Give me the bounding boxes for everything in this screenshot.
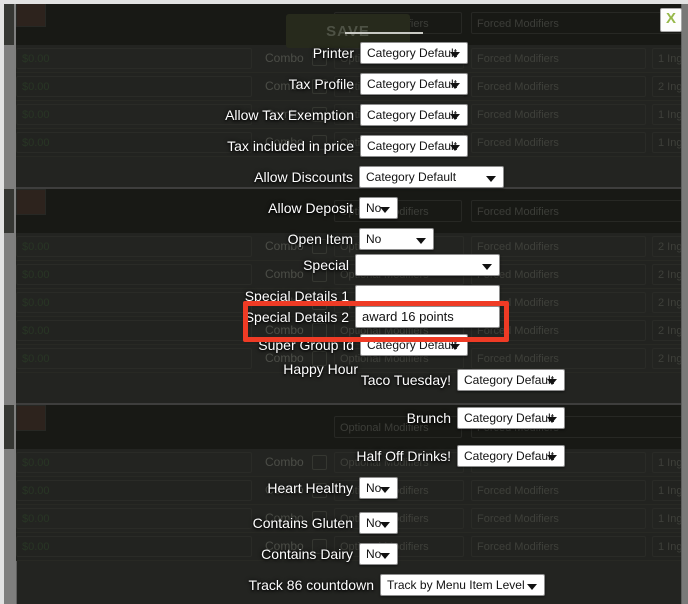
field-label-track-86-countdown: Track 86 countdown [248, 577, 374, 593]
field-label-tax-included-in-price: Tax included in price [227, 138, 354, 154]
field-label-allow-tax-exemption: Allow Tax Exemption [225, 107, 354, 123]
printer-select-value: Category Default [367, 46, 458, 60]
chevron-down-icon [547, 417, 557, 423]
chevron-down-icon [450, 52, 460, 58]
field-label-special-details-1: Special Details 1 [244, 288, 349, 304]
brunch-select[interactable]: Category Default [457, 407, 565, 429]
field-label-contains-dairy: Contains Dairy [261, 546, 353, 562]
chevron-down-icon [482, 264, 492, 270]
allow-discounts-select[interactable]: Category Default [359, 166, 504, 188]
chevron-down-icon [380, 207, 390, 213]
printer-select[interactable]: Category Default [360, 42, 468, 64]
field-label-contains-gluten: Contains Gluten [252, 515, 353, 531]
field-label-brunch: Brunch [406, 410, 451, 426]
field-track-86-countdown: Track 86 countdown Track by Menu Item Le… [0, 574, 545, 596]
field-label-special: Special [303, 257, 349, 273]
page-frame-left [0, 0, 4, 604]
close-icon[interactable]: X [660, 8, 682, 32]
super-group-id-select[interactable]: Category Default [360, 334, 468, 356]
chevron-down-icon [486, 176, 496, 182]
chevron-down-icon [450, 114, 460, 120]
chevron-down-icon [380, 522, 390, 528]
taco-tuesday-select-value: Category Default [464, 373, 555, 387]
field-label-allow-discounts: Allow Discounts [254, 169, 353, 185]
taco-tuesday-select[interactable]: Category Default [457, 369, 565, 391]
menu-item-settings-form: SAVE X Printer Category Default Tax Prof… [0, 0, 688, 604]
chevron-down-icon [547, 379, 557, 385]
field-heart-healthy: Heart Healthy No [0, 477, 398, 499]
contains-dairy-select[interactable]: No [359, 543, 398, 565]
field-label-half-off-drinks: Half Off Drinks! [356, 448, 451, 464]
save-button-underline [345, 32, 423, 34]
open-item-select[interactable]: No [359, 228, 434, 250]
field-label-super-group-id: Super Group Id [258, 337, 354, 353]
open-item-select-value: No [366, 232, 382, 246]
field-contains-dairy: Contains Dairy No [0, 543, 398, 565]
brunch-select-value: Category Default [464, 411, 555, 425]
allow-tax-exemption-select-value: Category Default [367, 108, 458, 122]
chevron-down-icon [416, 238, 426, 244]
track-86-countdown-select[interactable]: Track by Menu Item Level [380, 574, 545, 596]
field-label-printer: Printer [312, 45, 354, 61]
allow-discounts-select-value: Category Default [366, 170, 457, 184]
save-button-label: SAVE [326, 22, 370, 40]
heart-healthy-select[interactable]: No [359, 477, 398, 499]
chevron-down-icon [450, 145, 460, 151]
field-half-off-drinks: Half Off Drinks! Category Default [0, 445, 565, 467]
field-special: Special [0, 254, 500, 276]
contains-gluten-select[interactable]: No [359, 512, 398, 534]
super-group-id-select-value: Category Default [367, 338, 458, 352]
field-super-group-id: Super Group Id Category Default [0, 334, 468, 356]
field-tax-included-in-price: Tax included in price Category Default [0, 135, 468, 157]
field-taco-tuesday: Taco Tuesday! Category Default [0, 369, 565, 391]
tax-included-in-price-select[interactable]: Category Default [360, 135, 468, 157]
chevron-down-icon [380, 487, 390, 493]
chevron-down-icon [547, 455, 557, 461]
page-frame-top [0, 0, 688, 4]
track-86-countdown-select-value: Track by Menu Item Level [387, 578, 525, 592]
allow-tax-exemption-select[interactable]: Category Default [360, 104, 468, 126]
field-tax-profile: Tax Profile Category Default [0, 73, 468, 95]
tax-included-in-price-select-value: Category Default [367, 139, 458, 153]
chevron-down-icon [527, 584, 537, 590]
field-label-open-item: Open Item [287, 231, 353, 247]
field-label-allow-deposit: Allow Deposit [268, 200, 353, 216]
special-details-1-input[interactable] [355, 285, 500, 307]
chevron-down-icon [450, 83, 460, 89]
field-allow-deposit: Allow Deposit No [0, 197, 398, 219]
field-special-details-2: Special Details 2 award 16 points [0, 306, 500, 328]
chevron-down-icon [450, 344, 460, 350]
tax-profile-select-value: Category Default [367, 77, 458, 91]
field-open-item: Open Item No [0, 228, 434, 250]
special-select[interactable] [355, 254, 500, 276]
chevron-down-icon [380, 553, 390, 559]
half-off-drinks-select-value: Category Default [464, 449, 555, 463]
field-allow-discounts: Allow Discounts Category Default [0, 166, 504, 188]
field-contains-gluten: Contains Gluten No [0, 512, 398, 534]
field-allow-tax-exemption: Allow Tax Exemption Category Default [0, 104, 468, 126]
field-label-tax-profile: Tax Profile [288, 76, 354, 92]
field-label-taco-tuesday: Taco Tuesday! [360, 372, 451, 388]
field-label-heart-healthy: Heart Healthy [267, 480, 353, 496]
screenshot-root: Optional Modifiers Forced Modifiers Lavu… [0, 0, 688, 604]
field-label-special-details-2: Special Details 2 [244, 309, 349, 325]
field-special-details-1: Special Details 1 [0, 285, 500, 307]
special-details-2-input[interactable]: award 16 points [355, 306, 500, 328]
field-brunch: Brunch Category Default [0, 407, 565, 429]
half-off-drinks-select[interactable]: Category Default [457, 445, 565, 467]
field-printer: Printer Category Default [0, 42, 468, 64]
tax-profile-select[interactable]: Category Default [360, 73, 468, 95]
allow-deposit-select[interactable]: No [359, 197, 398, 219]
